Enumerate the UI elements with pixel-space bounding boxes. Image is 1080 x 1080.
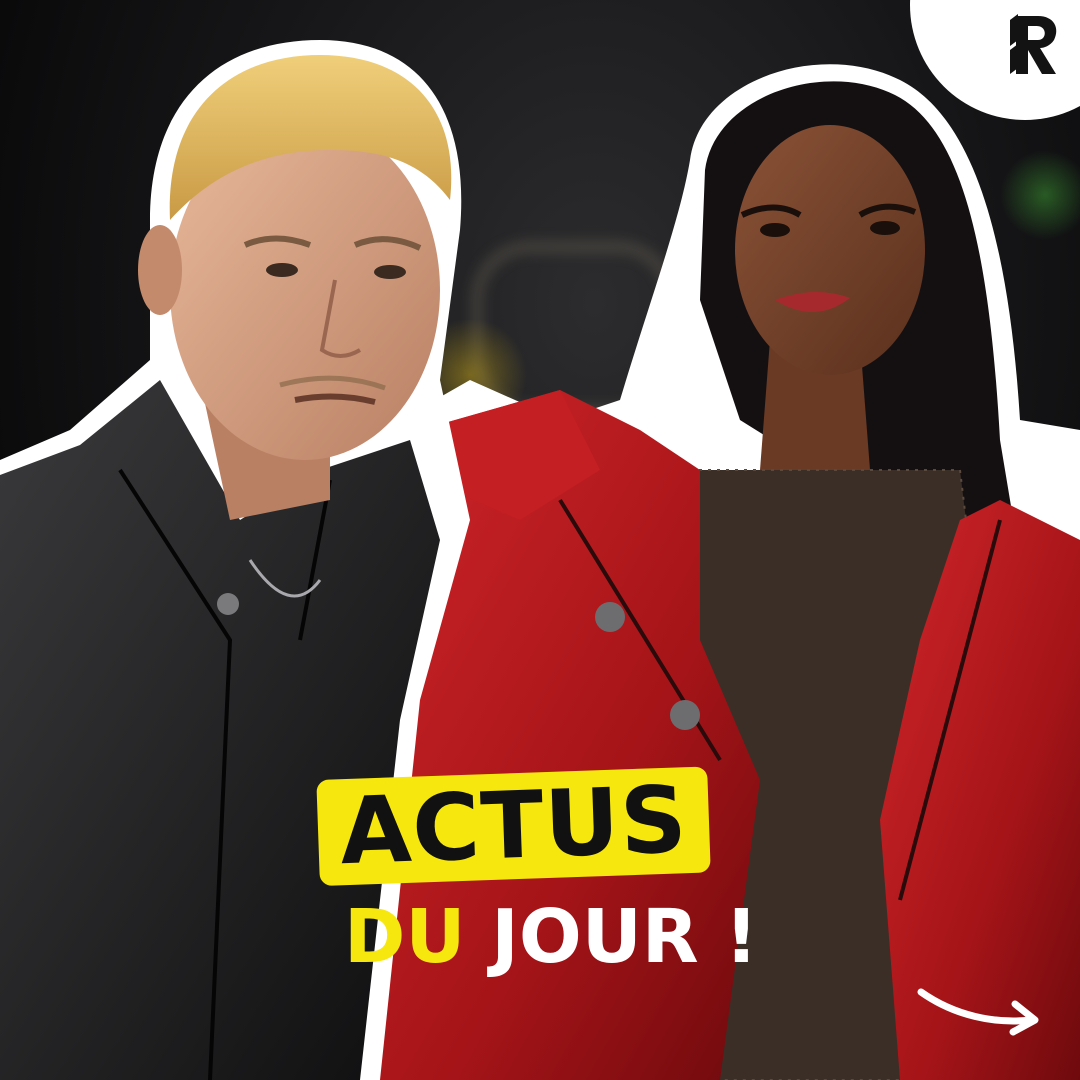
headline-sub: DU JOUR !	[344, 894, 760, 980]
headline-main: ACTUS	[338, 766, 690, 886]
r-wing-logo-icon[interactable]	[1008, 10, 1066, 80]
headline: ACTUS DU JOUR !	[316, 766, 760, 980]
headline-sub-main: JOUR !	[491, 894, 759, 980]
swipe-arrow-icon[interactable]	[915, 980, 1045, 1040]
headline-highlight: ACTUS	[316, 766, 712, 886]
headline-sub-accent: DU	[344, 894, 466, 980]
post-canvas: ACTUS DU JOUR !	[0, 0, 1080, 1080]
